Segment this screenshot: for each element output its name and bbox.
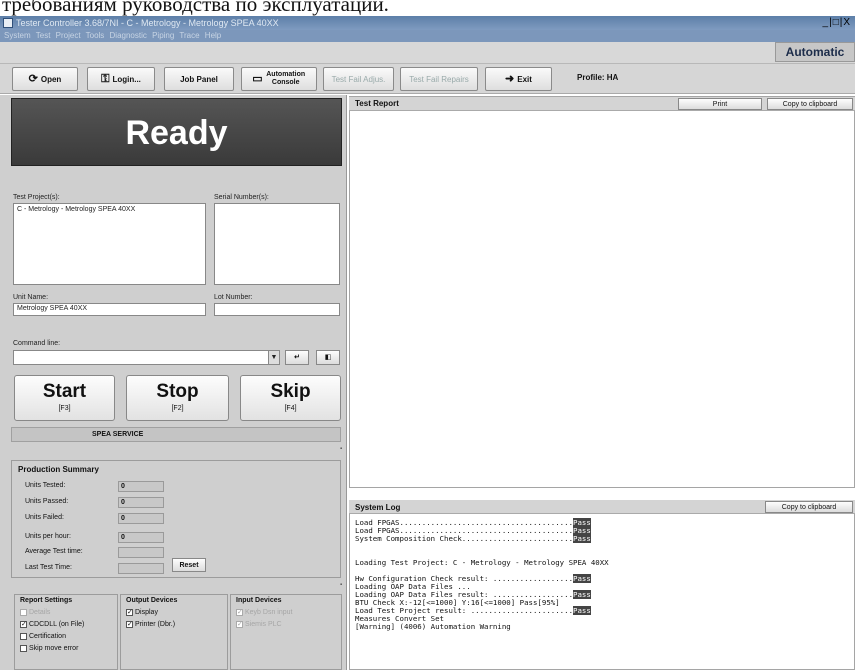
enter-command-button[interactable]: ↵ [285,350,309,365]
test-report-title: Test Report [355,99,399,108]
average-test-time-label: Average Test time: [25,548,83,555]
dropdown-arrow-icon[interactable]: ▼ [268,351,279,364]
lot-number-field[interactable] [214,303,340,316]
units-failed-label: Units Failed: [25,514,64,521]
status-banner: Ready [11,98,342,166]
splitter-handle-icon[interactable]: ▪ [340,582,342,588]
console-icon: ▭ [252,73,263,85]
last-test-time-value [118,563,164,574]
app-icon [3,18,13,28]
test-project-list[interactable]: C - Metrology - Metrology SPEA 40XX [13,203,206,285]
system-log-title: System Log [355,503,401,512]
checkbox-icon [20,633,27,640]
checkmark-icon: ✓ [20,621,27,628]
document-caption: требованиям руководства по эксплуатации. [0,0,855,16]
print-button[interactable]: Print [678,98,762,110]
output-devices-group [120,594,228,670]
menu-bar[interactable]: System Test Project Tools Diagnostic Pip… [0,30,855,42]
output-devices-title: Output Devices [126,597,178,604]
unit-name-field[interactable]: Metrology SPEA 40XX [13,303,206,316]
log-line-text: System Composition Check................… [355,534,574,543]
splitter-handle-icon[interactable]: ▪ [340,446,342,452]
exit-icon: ➜ [505,73,515,85]
lot-number-label: Lot Number: [214,294,253,301]
units-failed-value: 0 [118,513,164,524]
report-settings-title: Report Settings [20,597,73,604]
open-button[interactable]: ⟳ Open [12,67,78,91]
checkmark-icon: ✓ [236,609,243,616]
test-fail-adjust-button[interactable]: Test Fail Adjus. [323,67,394,91]
mode-badge: Automatic [775,42,855,62]
command-line-label: Command line: [13,340,61,347]
test-fail-repairs-button[interactable]: Test Fail Repairs [400,67,478,91]
window-title: Tester Controller 3.68/7NI - C - Metrolo… [16,18,279,28]
command-line-input[interactable]: ▼ [13,350,280,365]
input-devices-group [230,594,342,670]
skip-button[interactable]: Skip [F4] [240,375,341,421]
log-status-badge: Pass [573,606,591,615]
log-line: System Composition Check................… [355,534,591,543]
enter-arrow-icon: ↵ [294,354,300,361]
unit-name-label: Unit Name: [13,294,49,301]
stop-button[interactable]: Stop [F2] [126,375,229,421]
clear-icon: ◧ [324,354,332,361]
units-tested-label: Units Tested: [25,482,66,489]
log-line-text: Loading Test Project: C - Metrology - Me… [355,558,609,567]
copy-report-button[interactable]: Copy to clipboard [767,98,853,110]
login-button[interactable]: ⚿ Login... [87,67,155,91]
report-cdcdll-checkbox[interactable]: ✓ CDCDLL (on File) [20,621,84,628]
checkmark-icon: ✓ [126,609,133,616]
reset-button[interactable]: Reset [172,558,206,572]
log-status-badge: Pass [573,534,591,543]
units-tested-value: 0 [118,481,164,492]
input-keyboard-checkbox[interactable]: ✓ Keyb Dsn input [236,609,292,616]
automation-console-button[interactable]: ▭ Automation Console [241,67,317,91]
output-display-checkbox[interactable]: ✓ Display [126,609,158,616]
report-settings-group [14,594,118,670]
report-skip-move-error-checkbox[interactable]: Skip move error [20,645,78,652]
units-passed-label: Units Passed: [25,498,69,505]
job-panel-button[interactable]: Job Panel [164,67,234,91]
log-status-badge: Pass [573,590,591,599]
checkmark-icon: ✓ [126,621,133,628]
report-certification-checkbox[interactable]: Certification [20,633,66,640]
checkmark-icon: ✓ [236,621,243,628]
units-per-hour-label: Units per hour: [25,533,71,540]
log-line-text: [Warning] (4006) Automation Warning [355,622,511,631]
open-icon: ⟳ [28,73,38,85]
exit-button[interactable]: ➜ Exit [485,67,552,91]
serial-number-list[interactable] [214,203,340,285]
output-printer-checkbox[interactable]: ✓ Printer (Dbr.) [126,621,175,628]
start-button[interactable]: Start [F3] [14,375,115,421]
clear-command-button[interactable]: ◧ [316,350,340,365]
checkbox-icon [20,645,27,652]
units-per-hour-value: 0 [118,532,164,543]
test-report-panel[interactable] [349,96,855,488]
average-test-time-value [118,547,164,558]
serial-number-label: Serial Number(s): [214,194,269,201]
window-controls[interactable]: _|□|X [823,16,851,30]
units-passed-value: 0 [118,497,164,508]
window-titlebar: Tester Controller 3.68/7NI - C - Metrolo… [0,16,855,30]
profile-label: Profile: HA [577,73,619,82]
toolbar: ⟳ Open ⚿ Login... Job Panel ▭ Automation Co… [0,64,855,94]
test-project-label: Test Project(s): [13,194,60,201]
copy-log-button[interactable]: Copy to clipboard [765,501,853,513]
production-summary-title: Production Summary [18,465,99,474]
report-details-checkbox[interactable]: Details [20,609,50,616]
log-line: Loading Test Project: C - Metrology - Me… [355,559,609,567]
service-bar: SPEA SERVICE [11,427,341,442]
mode-strip [0,42,855,64]
input-plc-checkbox[interactable]: ✓ Siemis PLC [236,621,282,628]
checkbox-icon [20,609,27,616]
login-icon: ⚿ [101,73,110,85]
log-status-badge: Pass [573,574,591,583]
log-line: [Warning] (4006) Automation Warning [355,623,511,631]
last-test-time-label: Last Test Time: [25,564,72,571]
input-devices-title: Input Devices [236,597,282,604]
